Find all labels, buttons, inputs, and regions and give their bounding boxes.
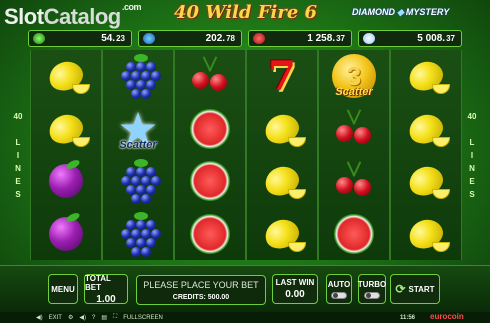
seven-symbol: 7: [268, 52, 296, 100]
cherries-symbol: [324, 105, 384, 153]
grapes-symbol: [108, 52, 168, 100]
red-gem-icon: [253, 33, 265, 44]
lines-indicator-right: 40 LINES: [464, 110, 480, 201]
lemon-symbol: [252, 210, 312, 258]
reel-6: [390, 50, 462, 260]
lines-word: LINES: [15, 138, 21, 199]
reel-4: 7: [246, 50, 318, 260]
lemon-symbol: [36, 105, 96, 153]
lemon-symbol: [396, 210, 456, 258]
scatter-label: Scatter: [119, 138, 157, 151]
bet-message: PLEASE PLACE YOUR BET: [143, 280, 259, 290]
auto-button[interactable]: AUTO: [326, 274, 352, 304]
eurocoin-logo: eurocoin: [430, 312, 464, 321]
blue-gem-icon: [143, 33, 155, 44]
settings-icon[interactable]: ⚙: [68, 314, 73, 321]
watermelon-symbol: [180, 105, 240, 153]
diamond-icon: [363, 33, 375, 44]
credits-display: CREDITS: 500.00: [172, 294, 230, 301]
fullscreen-button[interactable]: FULLSCREEN: [123, 315, 163, 321]
spin-arrows-icon: ⟳: [395, 282, 406, 296]
exit-button[interactable]: EXIT: [49, 315, 62, 321]
jackpot-green: 54. 23: [28, 30, 132, 47]
turbo-button[interactable]: TURBO: [358, 274, 386, 304]
jackpot-diamond: 5 008. 37: [358, 30, 462, 47]
menu-button[interactable]: MENU: [48, 274, 78, 304]
plum-symbol: [36, 157, 96, 205]
jackpot-red: 1 258. 37: [248, 30, 352, 47]
watermelon-symbol: [180, 157, 240, 205]
lemon-symbol: [36, 52, 96, 100]
reel-grid: ★ Scatter 7 3 Scatter: [30, 50, 462, 260]
lines-word: LINES: [469, 138, 475, 199]
green-gem-icon: [33, 33, 45, 44]
jackpot-blue: 202. 78: [138, 30, 242, 47]
star-scatter-symbol: ★ Scatter: [108, 105, 168, 153]
footer-bar: ◀) EXIT ⚙ ◀) ? ▤ ⛶ FULLSCREEN 11:56 euro…: [0, 312, 490, 323]
cherries-symbol: [324, 157, 384, 205]
lemon-symbol: [396, 105, 456, 153]
watermelon-symbol: [180, 210, 240, 258]
lines-indicator-left: 40 LINES: [10, 110, 26, 201]
clock: 11:56: [400, 314, 416, 321]
reel-2: ★ Scatter: [102, 50, 174, 260]
total-bet-button[interactable]: TOTAL BET 1.00: [84, 274, 128, 305]
start-button[interactable]: ⟳ START: [390, 274, 440, 304]
reel-1: [30, 50, 102, 260]
scatter-label: Scatter: [335, 86, 373, 99]
control-panel: MENU TOTAL BET 1.00 PLEASE PLACE YOUR BE…: [0, 265, 490, 313]
last-win-display: LAST WIN 0.00: [272, 274, 318, 304]
plum-symbol: [36, 210, 96, 258]
help-icon[interactable]: ?: [92, 315, 95, 321]
reel-3: [174, 50, 246, 260]
auto-toggle[interactable]: [331, 291, 347, 299]
diamond-icon: ◆: [397, 7, 404, 17]
watermelon-symbol: [324, 210, 384, 258]
paytable-icon[interactable]: ▤: [101, 314, 107, 321]
volume-icon[interactable]: ◀): [79, 314, 86, 321]
grapes-symbol: [108, 210, 168, 258]
reel-5: 3 Scatter: [318, 50, 390, 260]
lemon-symbol: [252, 157, 312, 205]
diamond-mystery-logo: DIAMOND ◆ MYSTERY: [352, 7, 450, 17]
grapes-symbol: [108, 157, 168, 205]
sound-icon[interactable]: ◀): [36, 314, 43, 321]
fullscreen-icon[interactable]: ⛶: [113, 314, 117, 321]
lemon-symbol: [396, 52, 456, 100]
slotcatalog-watermark: SlotCatalog .com: [4, 2, 142, 29]
cherries-symbol: [180, 52, 240, 100]
lemon-symbol: [396, 157, 456, 205]
message-panel: PLEASE PLACE YOUR BET CREDITS: 500.00: [136, 275, 266, 305]
jackpot-row: 54. 23 202. 78 1 258. 37 5 008. 37: [28, 30, 462, 47]
game-title-logo: 40 Wild Fire 6: [174, 2, 318, 23]
lemon-symbol: [252, 105, 312, 153]
turbo-toggle[interactable]: [364, 291, 380, 299]
coin-scatter-symbol: 3 Scatter: [324, 52, 384, 100]
